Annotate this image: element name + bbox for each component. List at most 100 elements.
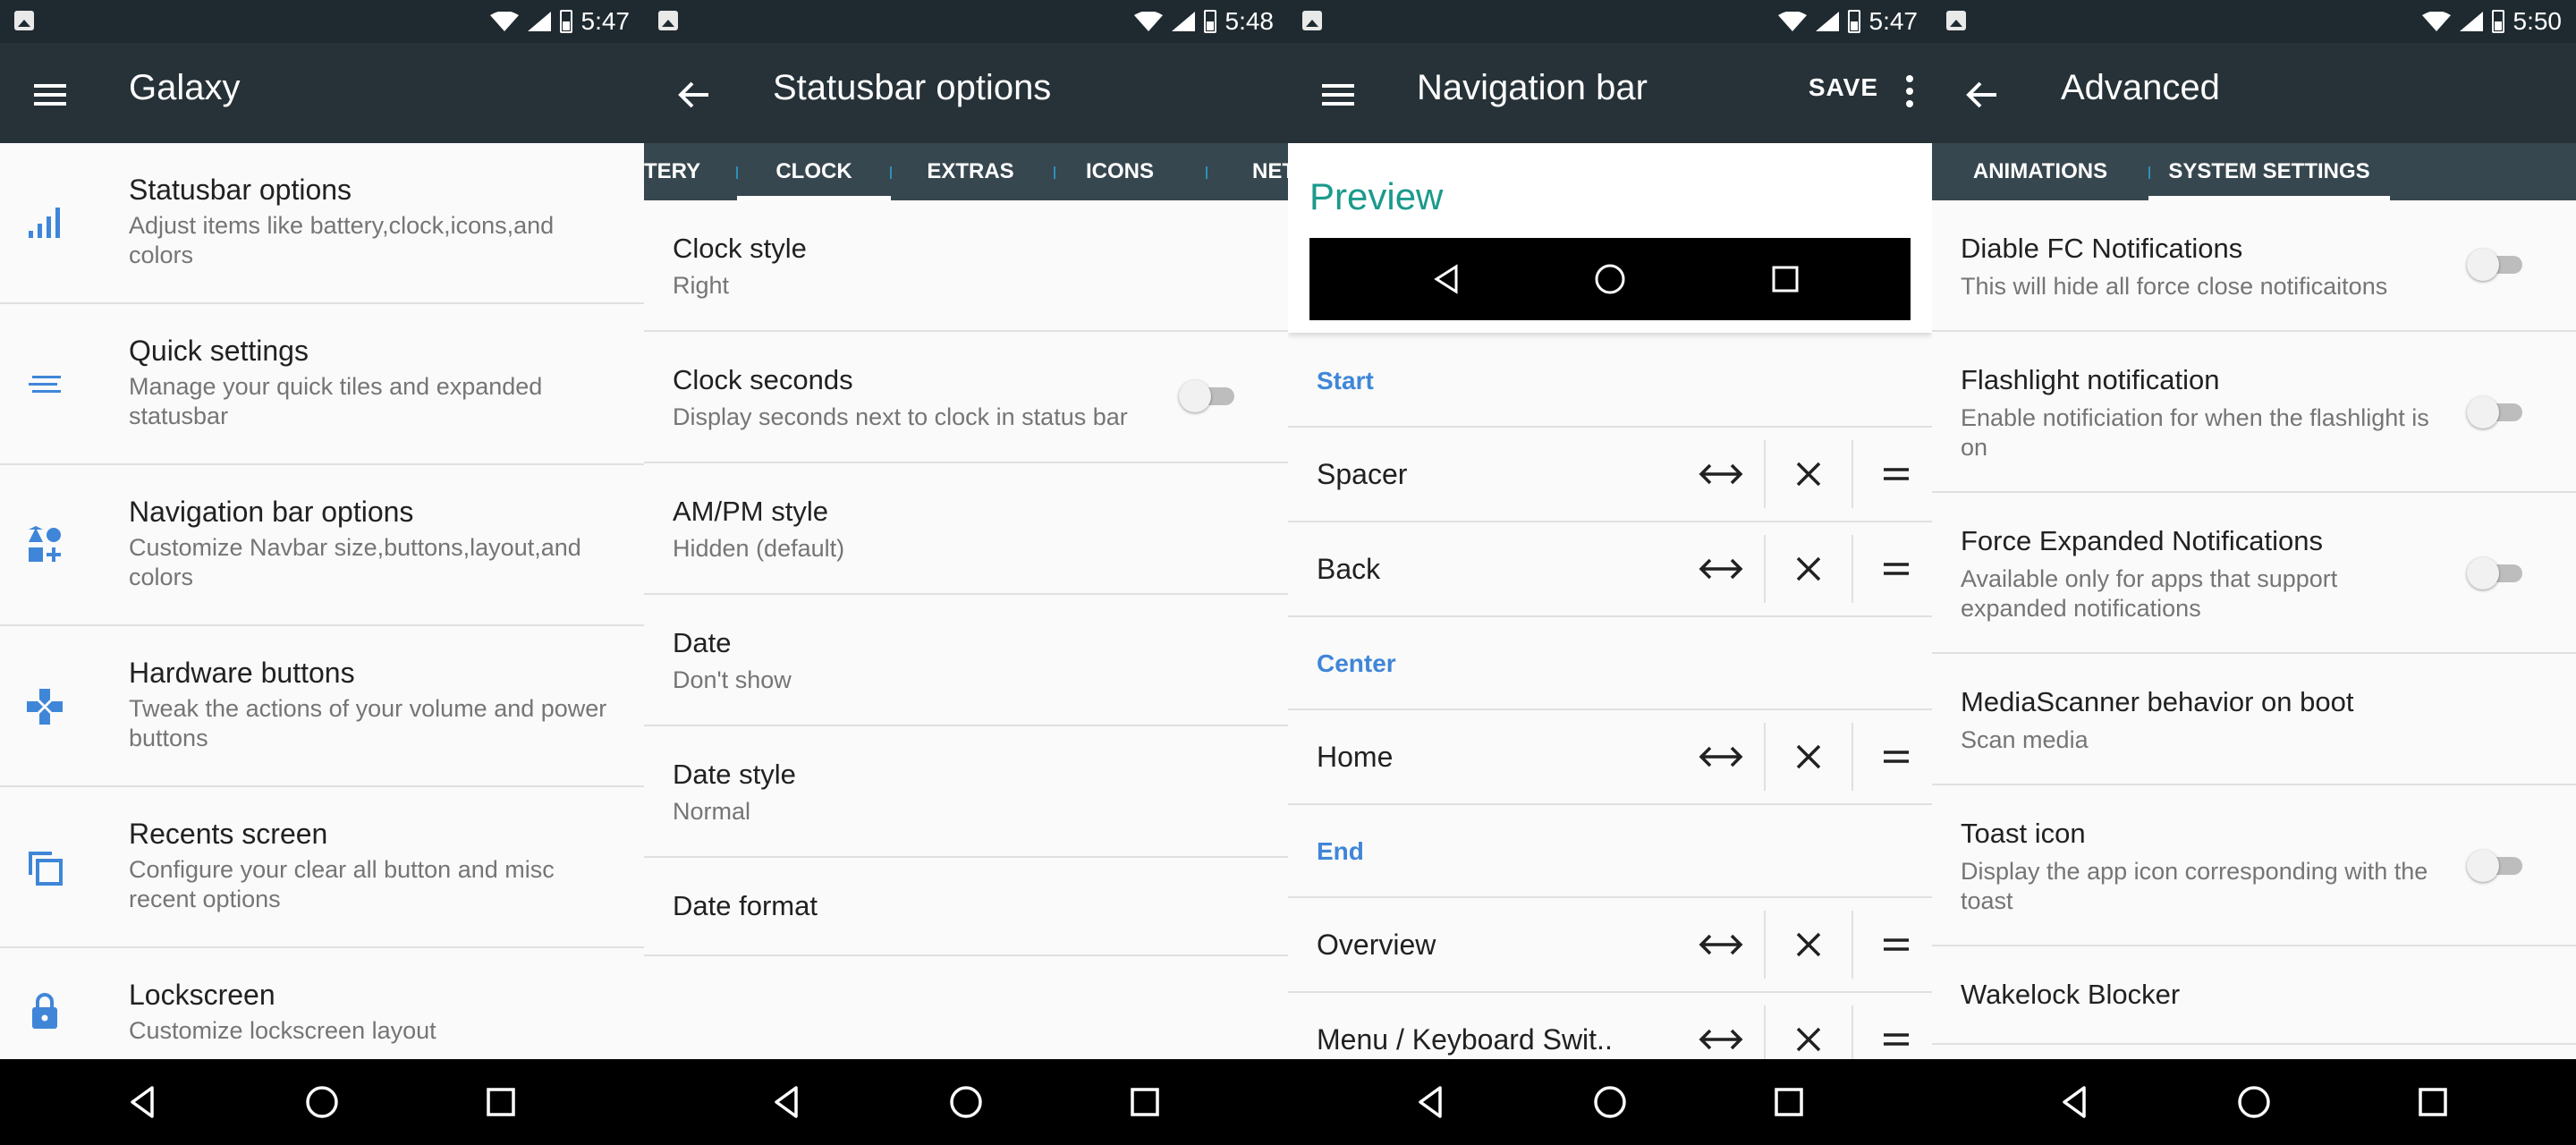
more-vert-icon[interactable] xyxy=(1905,73,1914,109)
nav-item-label: Spacer xyxy=(1317,458,1408,490)
row-divider xyxy=(1764,723,1766,791)
recents-nav-icon[interactable] xyxy=(2415,1084,2451,1120)
nav-item-row[interactable]: Back xyxy=(1288,521,1932,615)
menu-icon[interactable] xyxy=(1320,77,1356,113)
drag-handle-icon[interactable] xyxy=(1869,730,1923,784)
toast-icon-toggle[interactable] xyxy=(2467,846,2526,884)
row-divider xyxy=(1852,723,1853,791)
item-subtitle: Adjust items like battery,clock,icons,an… xyxy=(129,212,555,268)
system-nav-bar xyxy=(1932,1059,2576,1145)
list-item-navigation-bar-options[interactable]: Navigation bar options Customize Navbar … xyxy=(0,465,644,626)
list-item-toast-icon[interactable]: Toast icon Display the app icon correspo… xyxy=(1932,785,2576,946)
nav-item-label: Overview xyxy=(1317,929,1436,961)
list-item-quick-settings[interactable]: Quick settings Manage your quick tiles a… xyxy=(0,304,644,465)
wifi-icon xyxy=(2421,12,2451,31)
home-nav-icon[interactable] xyxy=(948,1084,984,1120)
resize-icon[interactable] xyxy=(1694,918,1748,971)
item-subtitle: Scan media xyxy=(1961,726,2089,753)
list-item-mediascanner-behavior[interactable]: MediaScanner behavior on boot Scan media xyxy=(1932,654,2576,785)
row-divider xyxy=(1764,911,1766,979)
item-title: Toast icon xyxy=(1961,818,2086,849)
tab-animations[interactable]: ANIMATIONS xyxy=(1932,143,2148,200)
list-item-statusbar-options[interactable]: Statusbar options Adjust items like batt… xyxy=(0,143,644,304)
section-header-center: Center xyxy=(1317,649,1396,677)
remove-icon[interactable] xyxy=(1782,1013,1835,1066)
home-nav-icon[interactable] xyxy=(304,1084,340,1120)
back-nav-icon[interactable] xyxy=(769,1084,805,1120)
resize-icon[interactable] xyxy=(1694,1013,1748,1066)
menu-icon[interactable] xyxy=(32,77,68,113)
item-title: Hardware buttons xyxy=(129,657,355,689)
recents-nav-icon[interactable] xyxy=(483,1084,519,1120)
remove-icon[interactable] xyxy=(1782,542,1835,596)
app-bar: Navigation bar SAVE xyxy=(1288,43,1932,143)
force-expanded-toggle[interactable] xyxy=(2467,554,2526,591)
resize-icon[interactable] xyxy=(1694,542,1748,596)
recents-nav-icon[interactable] xyxy=(1127,1084,1163,1120)
nav-item-row[interactable]: Home xyxy=(1288,708,1932,803)
item-title: Recents screen xyxy=(129,818,328,850)
save-button[interactable]: SAVE xyxy=(1809,73,1878,102)
list-item-recents-screen[interactable]: Recents screen Configure your clear all … xyxy=(0,787,644,948)
image-notification-icon xyxy=(1946,11,1966,30)
list-item-date-style[interactable]: Date style Normal xyxy=(644,726,1288,858)
tab-separator xyxy=(1054,166,1055,179)
drag-handle-icon[interactable] xyxy=(1869,918,1923,971)
row-divider xyxy=(1764,535,1766,603)
drag-handle-icon[interactable] xyxy=(1869,1013,1923,1066)
item-subtitle: Customize Navbar size,buttons,layout,and… xyxy=(129,534,581,590)
back-nav-icon[interactable] xyxy=(125,1084,161,1120)
remove-icon[interactable] xyxy=(1782,730,1835,784)
drag-handle-icon[interactable] xyxy=(1869,542,1923,596)
flashlight-toggle[interactable] xyxy=(2467,393,2526,430)
item-title: Date format xyxy=(673,890,818,921)
item-title: Date style xyxy=(673,759,796,790)
list-item-clock-style[interactable]: Clock style Right xyxy=(644,200,1288,332)
recents-nav-icon[interactable] xyxy=(1771,1084,1807,1120)
list-item-clock-seconds[interactable]: Clock seconds Display seconds next to cl… xyxy=(644,332,1288,463)
back-nav-icon[interactable] xyxy=(1413,1084,1449,1120)
status-time: 5:48 xyxy=(1224,7,1275,35)
app-bar: Statusbar options TERY CLOCK EXTRAS ICON… xyxy=(644,43,1288,200)
back-nav-icon[interactable] xyxy=(2057,1084,2093,1120)
back-arrow-icon[interactable] xyxy=(676,77,712,113)
shapes-icon xyxy=(29,526,61,562)
item-title: MediaScanner behavior on boot xyxy=(1961,686,2354,717)
resize-icon[interactable] xyxy=(1694,730,1748,784)
item-title: Quick settings xyxy=(129,335,309,367)
tab-battery[interactable]: TERY xyxy=(644,143,700,200)
remove-icon[interactable] xyxy=(1782,447,1835,501)
list-item-force-expanded-notifications[interactable]: Force Expanded Notifications Available o… xyxy=(1932,493,2576,654)
list-item-flashlight-notification[interactable]: Flashlight notification Enable notificia… xyxy=(1932,332,2576,493)
list-item-date-format[interactable]: Date format xyxy=(644,858,1288,956)
remove-icon[interactable] xyxy=(1782,918,1835,971)
disable-fc-toggle[interactable] xyxy=(2467,245,2526,283)
tab-network[interactable]: NET xyxy=(1252,143,1288,200)
page-title: Advanced xyxy=(2061,68,2220,107)
nav-item-row[interactable]: Overview xyxy=(1288,896,1932,991)
tab-extras[interactable]: EXTRAS xyxy=(903,143,1038,200)
row-divider xyxy=(1764,440,1766,508)
drag-handle-icon[interactable] xyxy=(1869,447,1923,501)
tab-clock[interactable]: CLOCK xyxy=(737,143,891,200)
nav-item-label: Menu / Keyboard Swit.. xyxy=(1317,1023,1613,1056)
signal-icon xyxy=(1815,12,1839,31)
list-item-hardware-buttons[interactable]: Hardware buttons Tweak the actions of yo… xyxy=(0,626,644,787)
resize-icon[interactable] xyxy=(1694,447,1748,501)
status-bar: 5:47 xyxy=(0,0,644,43)
back-arrow-icon[interactable] xyxy=(1964,77,2000,113)
home-nav-icon[interactable] xyxy=(1592,1084,1628,1120)
item-title: Navigation bar options xyxy=(129,496,414,528)
nav-item-row[interactable]: Spacer xyxy=(1288,426,1932,521)
screen-galaxy: 5:47 Galaxy Statusbar options Adjust ite… xyxy=(0,0,644,1145)
section-header-end: End xyxy=(1317,837,1364,865)
list-item-disable-fc-notifications[interactable]: Diable FC Notifications This will hide a… xyxy=(1932,200,2576,332)
list-item-date[interactable]: Date Don't show xyxy=(644,595,1288,726)
clock-seconds-toggle[interactable] xyxy=(1179,377,1238,414)
list-item-wakelock-blocker[interactable]: Wakelock Blocker xyxy=(1932,946,2576,1045)
tab-icons[interactable]: ICONS xyxy=(1064,143,1175,200)
screen-navigation-bar: 5:47 Navigation bar SAVE Preview Start S… xyxy=(1288,0,1932,1145)
home-nav-icon[interactable] xyxy=(2236,1084,2272,1120)
tab-system-settings[interactable]: SYSTEM SETTINGS xyxy=(2148,143,2390,200)
list-item-ampm-style[interactable]: AM/PM style Hidden (default) xyxy=(644,463,1288,595)
